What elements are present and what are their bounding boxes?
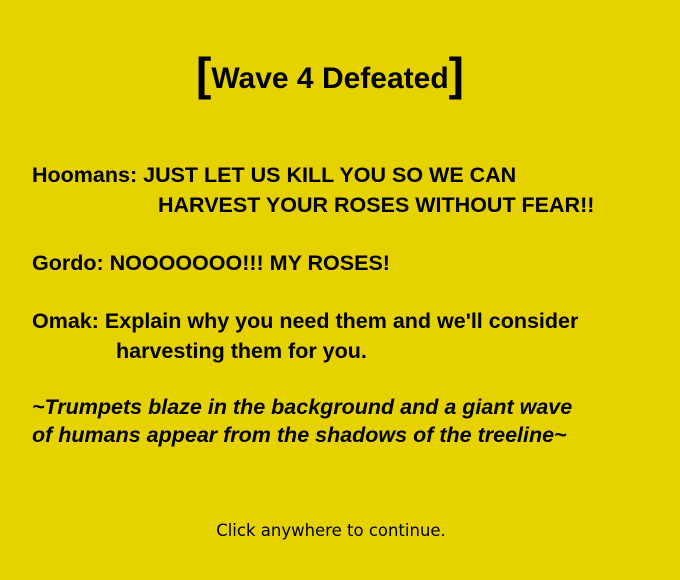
title-text: Wave 4 Defeated: [211, 62, 449, 95]
dialogue-line: JUST LET US KILL YOU SO WE CAN: [143, 163, 517, 187]
dialogue-omak: Omak: Explain why you need them and we'l…: [32, 306, 578, 366]
dialogue-line-continued: harvesting them for you.: [116, 339, 367, 363]
dialogue-gordo: Gordo: NOOOOOOO!!! MY ROSES!: [32, 248, 390, 278]
title-close-bracket: ]: [448, 48, 464, 100]
dialogue-line: NOOOOOOO!!! MY ROSES!: [109, 251, 390, 275]
speaker-name: Hoomans:: [32, 163, 138, 187]
dialogue-hoomans: Hoomans: JUST LET US KILL YOU SO WE CAN …: [32, 160, 594, 220]
continue-prompt[interactable]: Click anywhere to continue.: [0, 520, 662, 542]
title-open-bracket: [: [196, 48, 212, 100]
speaker-name: Omak:: [32, 309, 99, 333]
cutscene-screen[interactable]: [Wave 4 Defeated] Hoomans: JUST LET US K…: [0, 0, 680, 580]
wave-title: [Wave 4 Defeated]: [0, 50, 660, 103]
narration-line: of humans appear from the shadows of the…: [32, 423, 567, 447]
dialogue-line-continued: HARVEST YOUR ROSES WITHOUT FEAR!!: [158, 193, 595, 217]
dialogue-line: Explain why you need them and we'll cons…: [104, 309, 579, 333]
narration-text: ~Trumpets blaze in the background and a …: [32, 393, 572, 449]
narration-line: ~Trumpets blaze in the background and a …: [32, 395, 573, 419]
speaker-name: Gordo:: [32, 251, 104, 275]
